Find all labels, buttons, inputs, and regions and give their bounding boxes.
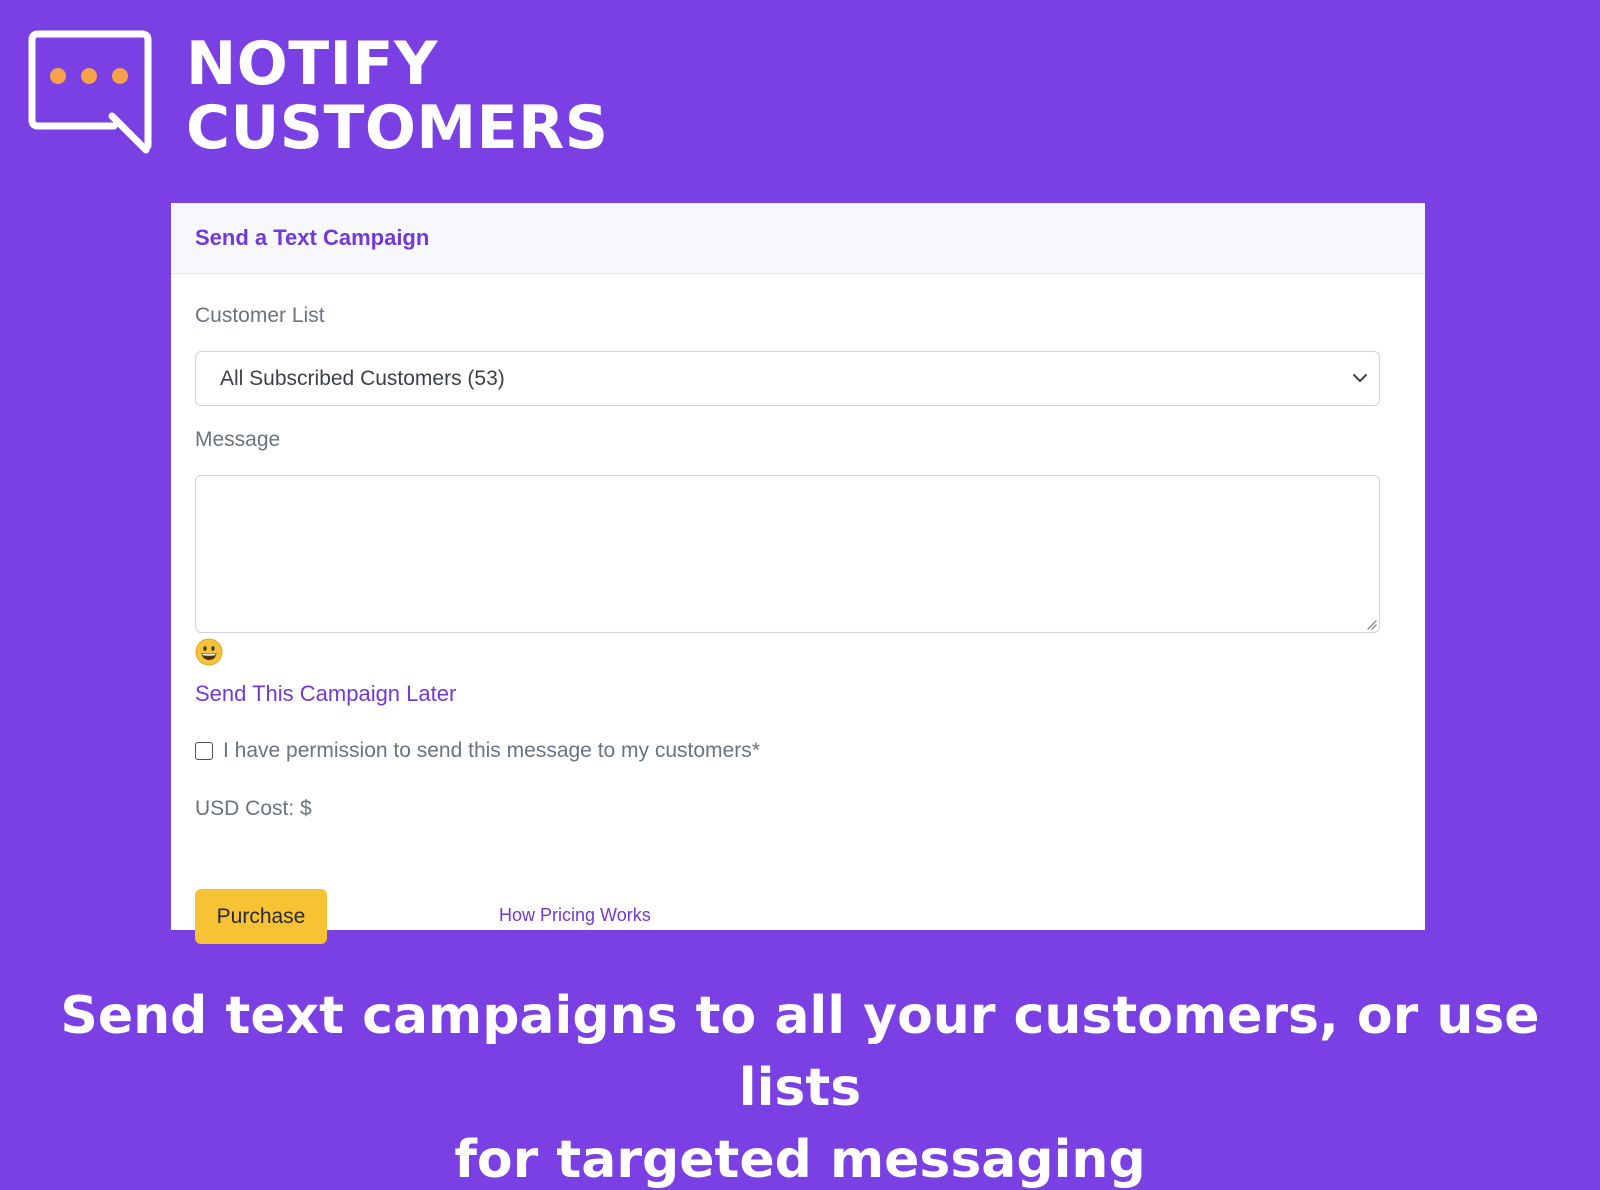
chevron-down-icon	[1353, 374, 1367, 382]
customer-list-label: Customer List	[195, 304, 325, 327]
brand-header: NOTIFY CUSTOMERS	[28, 30, 609, 160]
message-label: Message	[195, 428, 281, 451]
marketing-caption: Send text campaigns to all your customer…	[0, 980, 1600, 1190]
permission-checkbox[interactable]	[195, 742, 213, 760]
resize-handle-icon[interactable]	[1365, 618, 1377, 630]
send-later-link[interactable]: Send This Campaign Later	[195, 681, 456, 707]
chat-bubble-logo-icon	[28, 30, 152, 154]
brand-name-line-2: CUSTOMERS	[186, 93, 609, 163]
logo-dot	[81, 68, 97, 84]
card-header: Send a Text Campaign	[171, 203, 1425, 274]
usd-cost-label: USD Cost: $	[195, 797, 312, 820]
caption-line-1: Send text campaigns to all your customer…	[60, 986, 1540, 1118]
permission-label: I have permission to send this message t…	[223, 739, 760, 762]
permission-row: I have permission to send this message t…	[195, 739, 760, 763]
campaign-card: Send a Text Campaign Customer List All S…	[171, 203, 1425, 944]
customer-list-select[interactable]: All Subscribed Customers (53)	[195, 351, 1380, 406]
logo-dot	[50, 68, 66, 84]
message-textarea[interactable]	[195, 475, 1380, 633]
caption-line-2: for targeted messaging	[454, 1130, 1146, 1190]
card-title: Send a Text Campaign	[195, 225, 430, 250]
logo-dot	[112, 68, 128, 84]
brand-name-line-1: NOTIFY	[186, 29, 438, 99]
how-pricing-works-link[interactable]: How Pricing Works	[499, 888, 651, 943]
grinning-face-emoji-icon[interactable]	[195, 638, 223, 666]
customer-list-selected-value: All Subscribed Customers (53)	[220, 366, 505, 390]
purchase-button[interactable]: Purchase	[195, 889, 327, 944]
brand-name: NOTIFY CUSTOMERS	[186, 32, 609, 160]
